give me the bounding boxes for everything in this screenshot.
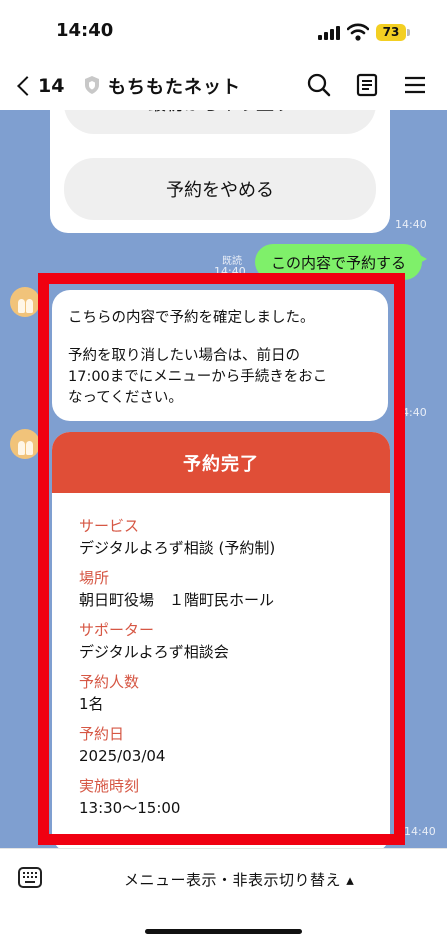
wifi-icon	[347, 23, 369, 41]
message-timestamp: 14:40	[404, 825, 436, 838]
chat-header: 14 もちもたネット	[0, 62, 447, 110]
search-icon[interactable]	[306, 72, 332, 98]
status-time: 14:40	[56, 20, 114, 41]
battery-tip	[407, 29, 410, 36]
keyboard-icon[interactable]	[18, 867, 42, 888]
bot-avatar[interactable]	[10, 287, 40, 317]
bottom-bar: メニュー表示・非表示切り替え ▴	[0, 848, 447, 945]
cancel-reservation-button[interactable]: 予約をやめる	[64, 158, 376, 220]
quick-reply-card: 最初からやり直す 予約をやめる	[50, 110, 390, 233]
signal-icon	[318, 26, 340, 40]
home-indicator	[145, 929, 302, 934]
highlight-box	[38, 273, 405, 845]
message-timestamp: 14:40	[395, 218, 427, 231]
back-button[interactable]: 14	[14, 72, 64, 100]
shield-icon	[85, 76, 99, 94]
battery-indicator: 73	[376, 24, 406, 41]
hamburger-menu-icon[interactable]	[402, 72, 428, 98]
menu-toggle-button[interactable]: メニュー表示・非表示切り替え ▴	[124, 869, 354, 890]
chat-title: もちもたネット	[108, 77, 241, 98]
restart-option-button[interactable]: 最初からやり直す	[64, 110, 376, 134]
notes-icon[interactable]	[354, 72, 380, 98]
bot-avatar[interactable]	[10, 429, 40, 459]
chevron-left-icon	[17, 76, 37, 96]
status-bar: 14:40 73	[0, 0, 447, 62]
unread-count: 14	[38, 75, 65, 97]
